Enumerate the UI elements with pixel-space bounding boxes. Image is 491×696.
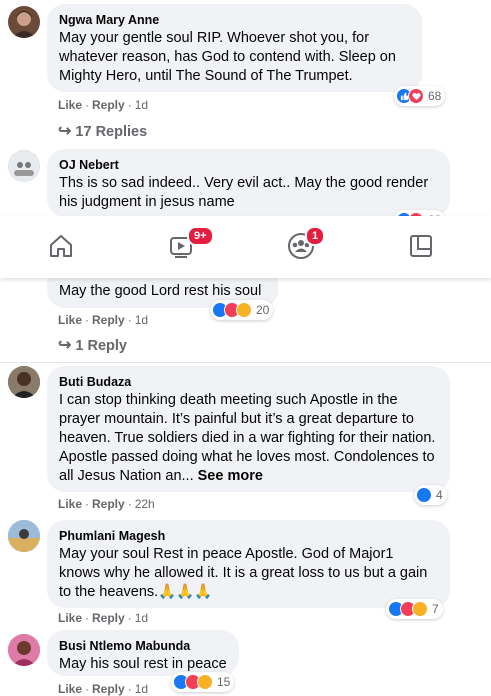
nav-watch[interactable]: 9+ (161, 226, 214, 264)
reaction-summary[interactable]: 15 (171, 672, 235, 692)
timestamp[interactable]: 1d (135, 313, 148, 327)
home-icon (50, 235, 72, 257)
comment-bubble: Busi Ntlemo Mabunda May his soul rest in… (47, 630, 239, 676)
reaction-summary[interactable]: 7 (386, 599, 443, 619)
reaction-summary[interactable]: 4 (414, 485, 447, 505)
commenter-name[interactable]: Busi Ntlemo Mabunda (59, 638, 227, 654)
view-replies-button[interactable]: ↪ 1 Reply (58, 335, 127, 355)
like-button[interactable]: Like (58, 682, 82, 696)
see-more-link[interactable]: See more (198, 468, 263, 484)
nav-home[interactable] (41, 228, 81, 264)
reply-arrow-icon: ↪ (58, 123, 72, 140)
commenter-name[interactable]: Ngwa Mary Anne (59, 12, 410, 28)
avatar[interactable] (8, 150, 40, 182)
reaction-summary[interactable]: 68 (394, 86, 446, 106)
comment-actions: Like · Reply · 1d (58, 313, 149, 327)
like-button[interactable]: Like (58, 497, 82, 511)
commenter-name[interactable]: Phumlani Magesh (59, 528, 438, 544)
like-button[interactable]: Like (58, 611, 82, 625)
divider (0, 362, 491, 363)
avatar[interactable] (8, 634, 40, 666)
watch-badge: 9+ (187, 226, 214, 246)
like-button[interactable]: Like (58, 313, 82, 327)
comment-bubble: OJ Nebert Ths is so sad indeed.. Very ev… (47, 149, 450, 217)
reply-button[interactable]: Reply (92, 611, 125, 625)
avatar[interactable] (8, 366, 40, 398)
gaming-icon (410, 235, 432, 257)
comment-actions: Like · Reply · 22h (58, 497, 155, 511)
comment-bubble: Buti Budaza I can stop thinking death me… (47, 366, 450, 492)
timestamp[interactable]: 1d (135, 682, 148, 696)
reaction-summary[interactable]: 20 (210, 300, 274, 320)
like-button[interactable]: Like (58, 98, 82, 112)
comment-bubble: Phumlani Magesh May your soul Rest in pe… (47, 520, 450, 608)
nav-groups[interactable]: 1 (281, 226, 326, 264)
bottom-nav-bar: 9+ 1 (0, 216, 491, 278)
reaction-count: 68 (428, 89, 442, 103)
comment-text: May your gentle soul RIP. Whoever shot y… (59, 30, 396, 84)
reaction-count: 15 (217, 675, 231, 689)
comment-text: May your soul Rest in peace Apostle. God… (59, 546, 428, 600)
reply-arrow-icon: ↪ (58, 337, 72, 354)
commenter-name[interactable]: OJ Nebert (59, 157, 438, 173)
comment-text: May the good Lord rest his soul (59, 283, 262, 299)
comment-actions: Like · Reply · 1d (58, 98, 149, 112)
timestamp[interactable]: 1d (135, 98, 148, 112)
nav-gaming[interactable] (401, 228, 441, 264)
comment-actions: Like · Reply · 1d (58, 682, 149, 696)
like-icon (416, 487, 432, 503)
comment-bubble: Ngwa Mary Anne May your gentle soul RIP.… (47, 4, 422, 92)
reaction-count: 4 (436, 488, 443, 502)
timestamp[interactable]: 22h (135, 497, 155, 511)
reply-button[interactable]: Reply (92, 98, 125, 112)
reply-button[interactable]: Reply (92, 497, 125, 511)
groups-badge: 1 (305, 226, 326, 246)
timestamp[interactable]: 1d (135, 611, 148, 625)
comment-text: I can stop thinking death meeting such A… (59, 392, 436, 484)
commenter-name[interactable]: Buti Budaza (59, 374, 438, 390)
reply-button[interactable]: Reply (92, 313, 125, 327)
avatar[interactable] (8, 520, 40, 552)
comment-text: Ths is so sad indeed.. Very evil act.. M… (59, 175, 429, 210)
sad-icon (412, 601, 428, 617)
reaction-count: 7 (432, 602, 439, 616)
care-icon (236, 302, 252, 318)
avatar[interactable] (8, 6, 40, 38)
comment-actions: Like · Reply · 1d (58, 611, 149, 625)
reply-button[interactable]: Reply (92, 682, 125, 696)
view-replies-button[interactable]: ↪ 17 Replies (58, 121, 147, 141)
love-icon (408, 88, 424, 104)
reaction-count: 20 (256, 303, 270, 317)
